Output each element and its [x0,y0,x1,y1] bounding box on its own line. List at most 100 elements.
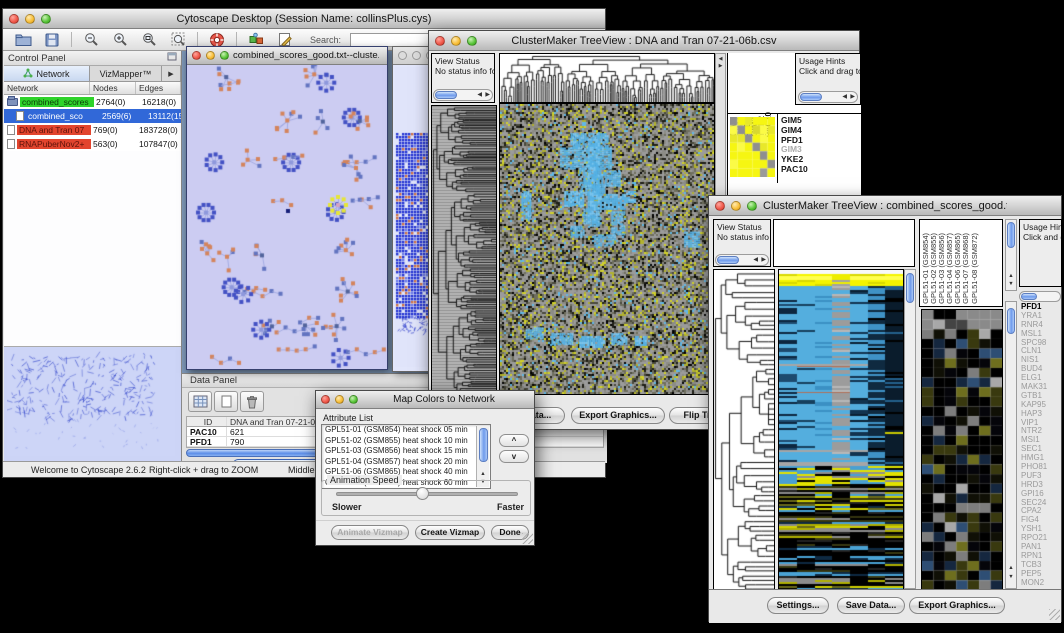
column-dendrogram-canvas[interactable] [499,53,715,103]
col-nodes[interactable]: Nodes [90,82,136,94]
export-graphics-button[interactable]: Export Graphics... [909,597,1005,614]
usage-hints-hscrollbar[interactable] [798,91,858,103]
column-labels-vscrollbar[interactable] [1005,219,1017,291]
scroll-left-icon[interactable] [753,255,758,266]
minimize-icon[interactable] [25,14,35,24]
minimize-icon[interactable] [731,201,741,211]
minimize-icon[interactable] [206,51,215,60]
network-overview-pane[interactable] [4,347,181,461]
speed-slider-thumb[interactable] [416,487,429,500]
tab-vizmapper[interactable]: VizMapper™ [90,66,162,81]
scroll-icon[interactable] [716,56,725,63]
attribute-item[interactable]: GPL51-02 (GSM855) heat shock 10 min [322,436,490,447]
view-status-hscrollbar[interactable] [433,89,493,101]
column-dendrogram-panel[interactable] [773,219,915,267]
new-attribute-button[interactable] [214,391,238,412]
zoom-window-icon[interactable] [349,395,358,404]
heatmap-canvas[interactable] [778,269,904,591]
close-icon[interactable] [321,395,330,404]
close-icon[interactable] [715,201,725,211]
attr-col-id[interactable]: ID [187,417,227,426]
attribute-item[interactable]: GPL51-03 (GSM856) heat shock 15 min [322,446,490,457]
minimize-icon[interactable] [451,36,461,46]
save-icon[interactable] [42,31,62,49]
minimize-icon[interactable] [412,51,421,60]
delete-attribute-button[interactable] [240,391,264,412]
scroll-icon[interactable] [716,63,725,70]
move-down-button[interactable]: v [499,450,529,463]
scrollbar-thumb[interactable] [479,428,488,462]
scroll-down-icon[interactable] [1006,574,1016,581]
detail-heatmap-canvas[interactable] [921,309,1003,591]
control-panel-tabs: Network VizMapper™ [4,66,181,82]
gene-list-vscrollbar[interactable] [1005,301,1017,589]
row-dendrogram-canvas[interactable] [431,105,497,395]
attribute-item[interactable]: GPL51-04 (GSM857) heat shock 20 min [322,457,490,468]
tab-overflow-icon[interactable] [162,66,181,81]
float-panel-icon[interactable] [167,52,177,64]
scrollbar-thumb[interactable] [1021,293,1037,300]
file-icon [7,139,15,149]
scroll-left-icon[interactable] [842,92,847,103]
zoom-in-icon[interactable] [110,31,130,49]
dense-network-canvas[interactable] [395,67,429,367]
gene-label[interactable]: PAC10 [781,165,859,175]
zoom-selected-icon[interactable] [168,31,188,49]
zoom-fit-icon[interactable] [139,31,159,49]
zoom-window-icon[interactable] [41,14,51,24]
scroll-up-icon[interactable] [1006,273,1016,280]
network-canvas[interactable] [188,65,387,369]
scrollbar-thumb[interactable] [800,93,822,101]
network-list-row[interactable]: combined_scores2764(0)16218(0) [4,95,181,109]
view-status-hscrollbar[interactable] [715,254,769,266]
scroll-down-icon[interactable] [1006,281,1016,288]
scroll-up-icon[interactable] [477,471,489,478]
settings-button[interactable]: Settings... [767,597,829,614]
resize-grip[interactable] [522,533,533,544]
scroll-right-icon[interactable] [485,90,490,101]
export-graphics-button[interactable]: Export Graphics... [571,407,665,424]
create-vizmap-button[interactable]: Create Vizmap [415,525,485,540]
heatmap-canvas[interactable] [499,103,715,395]
close-icon[interactable] [435,36,445,46]
select-attributes-button[interactable] [188,391,212,412]
close-icon[interactable] [192,51,201,60]
column-label[interactable]: GPL51-08 (GSM872) [971,233,979,304]
listbox-vscrollbar[interactable] [476,426,489,487]
scrollbar-thumb[interactable] [906,273,914,303]
zoom-window-icon[interactable] [220,51,229,60]
scrollbar-thumb[interactable] [1007,308,1015,334]
gene-label[interactable]: MON2 [1021,579,1061,588]
resize-grip[interactable] [1049,609,1060,620]
search-input[interactable] [350,33,436,47]
col-network[interactable]: Network [4,82,90,94]
network-list-row[interactable]: combined_sco2569(6)13112(15) [4,109,181,123]
animate-vizmap-button[interactable]: Animate Vizmap [331,525,409,540]
network-list-row[interactable]: DNA and Tran 07769(0)183728(0) [4,123,181,137]
row-dendrogram-canvas[interactable] [713,269,775,591]
heatmap-vscrollbar[interactable] [904,269,916,589]
col-edges[interactable]: Edges [136,82,181,94]
network-overview-canvas[interactable] [7,350,175,456]
mini-heatmap-canvas[interactable] [730,117,775,177]
usage-hints-hscrollbar[interactable] [1019,291,1061,302]
close-icon[interactable] [9,14,19,24]
move-up-button[interactable]: ^ [499,434,529,447]
network-list-row[interactable]: RNAPuberNov2+563(0)107847(0) [4,137,181,151]
scroll-right-icon[interactable] [850,92,855,103]
zoom-out-icon[interactable] [81,31,101,49]
scrollbar-thumb[interactable] [1007,222,1015,248]
zoom-window-icon[interactable] [747,201,757,211]
close-icon[interactable] [398,51,407,60]
scrollbar-thumb[interactable] [717,256,739,264]
scroll-left-icon[interactable] [477,90,482,101]
attribute-item[interactable]: GPL51-01 (GSM854) heat shock 05 min [322,425,490,436]
zoom-window-icon[interactable] [467,36,477,46]
scrollbar-thumb[interactable] [435,91,457,99]
scroll-up-icon[interactable] [1006,565,1016,572]
save-data-button[interactable]: Save Data... [837,597,905,614]
minimize-icon[interactable] [335,395,344,404]
tab-network[interactable]: Network [4,66,90,81]
scroll-right-icon[interactable] [761,255,766,266]
open-folder-icon[interactable] [13,31,33,49]
